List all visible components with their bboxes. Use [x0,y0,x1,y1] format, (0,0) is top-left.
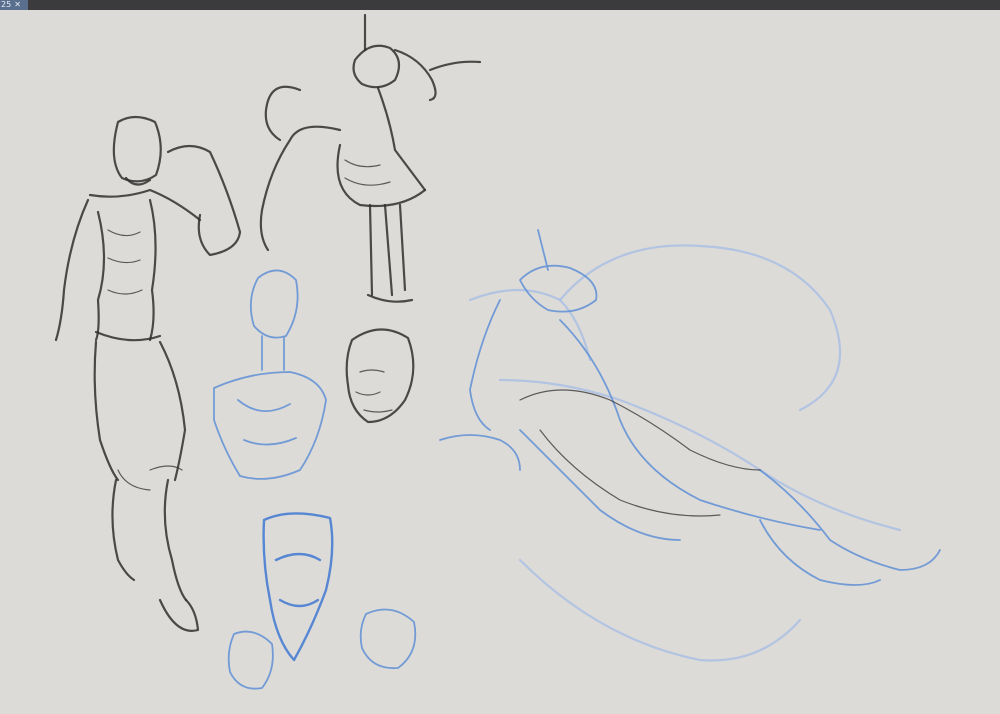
tab-label: 25 [1,0,12,9]
blue-torso-sketch [262,512,334,662]
blue-bust-sketch [213,269,327,480]
drawing-canvas[interactable] [0,10,1000,714]
standing-figure-sketch [54,115,242,632]
head-study-sketch [345,328,415,424]
blue-dragon-sketch [439,229,941,662]
sketch-artwork [54,13,941,690]
top-toolbar: 25 ✕ [0,0,1000,10]
creature-sketch-top [259,13,482,303]
blue-small-studies [227,608,417,690]
close-icon[interactable]: ✕ [14,0,21,10]
document-tab[interactable]: 25 ✕ [0,0,28,10]
